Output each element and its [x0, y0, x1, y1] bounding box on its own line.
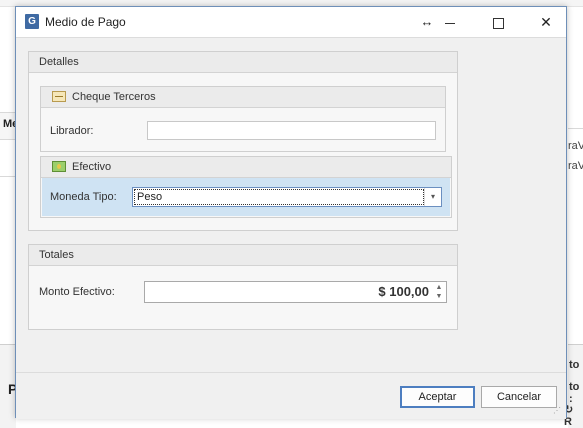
background-cell-text: raV [568, 160, 583, 172]
money-icon [52, 161, 66, 172]
efectivo-group: Efectivo Moneda Tipo: Peso ▾ [40, 156, 452, 218]
monto-spinner[interactable]: ▲ ▼ [432, 282, 446, 302]
background-divider [0, 176, 16, 177]
spin-down-icon[interactable]: ▼ [432, 292, 446, 301]
medio-de-pago-dialog: G Medio de Pago ↔ ✕ Detalles Cheque Terc… [15, 6, 567, 419]
chevron-down-icon[interactable]: ▾ [424, 188, 441, 206]
totales-group: Totales Monto Efectivo: $ 100,00 ▲ ▼ [28, 244, 458, 330]
background-grid-right [568, 128, 583, 181]
title-bar[interactable]: G Medio de Pago ↔ ✕ [16, 7, 566, 37]
cheque-terceros-header: Cheque Terceros [41, 87, 445, 108]
minimize-icon [445, 22, 455, 24]
window-title: Medio de Pago [45, 15, 126, 29]
librador-input[interactable] [147, 121, 436, 140]
dialog-content: Detalles Cheque Terceros Librador: Efect… [16, 37, 566, 372]
cheque-terceros-title: Cheque Terceros [72, 91, 156, 103]
monto-efectivo-input[interactable]: $ 100,00 ▲ ▼ [144, 281, 447, 303]
cheque-icon [52, 91, 66, 102]
app-icon: G [25, 14, 39, 29]
dialog-footer: Aceptar Cancelar ⋰ [16, 372, 566, 419]
cancelar-button[interactable]: Cancelar [481, 386, 557, 408]
efectivo-header: Efectivo [41, 157, 451, 178]
minimize-button[interactable] [437, 11, 463, 33]
detalles-header: Detalles [29, 52, 457, 73]
spin-up-icon[interactable]: ▲ [432, 283, 446, 292]
moneda-tipo-row: Moneda Tipo: Peso ▾ [42, 178, 450, 216]
detalles-group: Detalles Cheque Terceros Librador: Efect… [28, 51, 458, 231]
maximize-icon [492, 17, 504, 29]
close-button[interactable]: ✕ [533, 11, 559, 33]
aceptar-button[interactable]: Aceptar [400, 386, 475, 408]
librador-label: Librador: [50, 125, 94, 137]
moneda-tipo-value: Peso [134, 189, 424, 205]
moneda-tipo-label: Moneda Tipo: [50, 191, 117, 203]
totales-header: Totales [29, 245, 457, 266]
moneda-tipo-select[interactable]: Peso ▾ [132, 187, 442, 207]
monto-efectivo-value: $ 100,00 [378, 284, 429, 299]
maximize-button[interactable] [485, 11, 511, 33]
efectivo-title: Efectivo [72, 161, 112, 173]
background-footer-label: to [569, 359, 580, 371]
background-footer-label: to : [569, 381, 580, 405]
cheque-terceros-group: Cheque Terceros Librador: [40, 86, 446, 152]
background-cell-text: raV [568, 140, 583, 152]
resize-grip-icon[interactable]: ⋰ [553, 406, 563, 416]
monto-efectivo-label: Monto Efectivo: [39, 286, 115, 298]
